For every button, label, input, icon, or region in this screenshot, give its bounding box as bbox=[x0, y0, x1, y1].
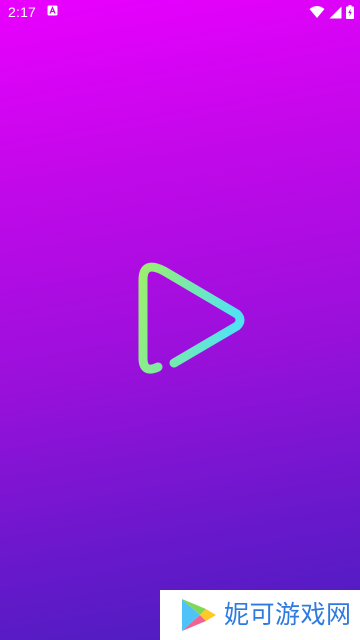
status-bar: 2:17 bbox=[0, 0, 360, 24]
app-notification-icon bbox=[47, 5, 58, 16]
watermark-banner: 妮可游戏网 bbox=[160, 590, 360, 640]
signal-icon bbox=[329, 6, 342, 18]
wifi-icon bbox=[309, 6, 325, 18]
status-icons bbox=[309, 4, 354, 20]
status-time: 2:17 bbox=[8, 4, 37, 20]
battery-charging-icon bbox=[346, 5, 354, 19]
google-play-icon bbox=[182, 599, 216, 631]
watermark-text: 妮可游戏网 bbox=[224, 600, 352, 629]
play-icon bbox=[138, 262, 245, 374]
